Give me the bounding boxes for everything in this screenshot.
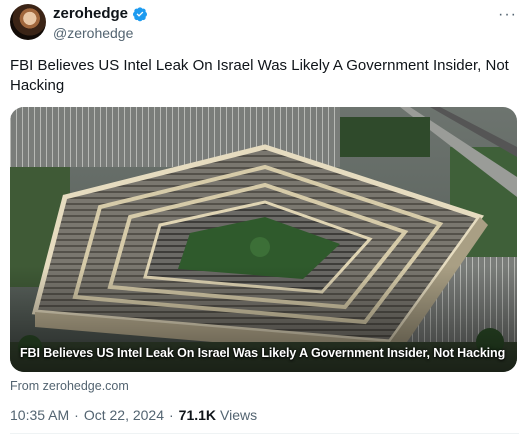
name-row: zerohedge (53, 5, 148, 23)
meta-separator: · (74, 407, 79, 423)
divider (10, 433, 519, 434)
meta-separator-2: · (169, 407, 174, 423)
aerial-building-photo (10, 107, 517, 372)
tweet-header: zerohedge @zerohedge ··· (10, 4, 519, 44)
views-count[interactable]: 71.1K (179, 407, 216, 423)
avatar[interactable] (10, 4, 46, 40)
handle[interactable]: @zerohedge (53, 24, 148, 42)
tweet-text: FBI Believes US Intel Leak On Israel Was… (10, 57, 509, 94)
tweet-meta: 10:35 AM · Oct 22, 2024 · 71.1K Views (10, 407, 257, 423)
card-source-link[interactable]: From zerohedge.com (10, 379, 129, 393)
verified-badge-icon (133, 7, 148, 22)
display-name[interactable]: zerohedge (53, 5, 128, 23)
more-options-icon[interactable]: ··· (498, 6, 517, 24)
views-label: Views (220, 407, 258, 423)
tweet-date[interactable]: Oct 22, 2024 (84, 407, 164, 423)
link-card[interactable]: FBI Believes US Intel Leak On Israel Was… (10, 107, 517, 372)
tweet-time[interactable]: 10:35 AM (10, 407, 69, 423)
author-block: zerohedge @zerohedge (53, 5, 148, 42)
card-caption: FBI Believes US Intel Leak On Israel Was… (20, 346, 506, 360)
